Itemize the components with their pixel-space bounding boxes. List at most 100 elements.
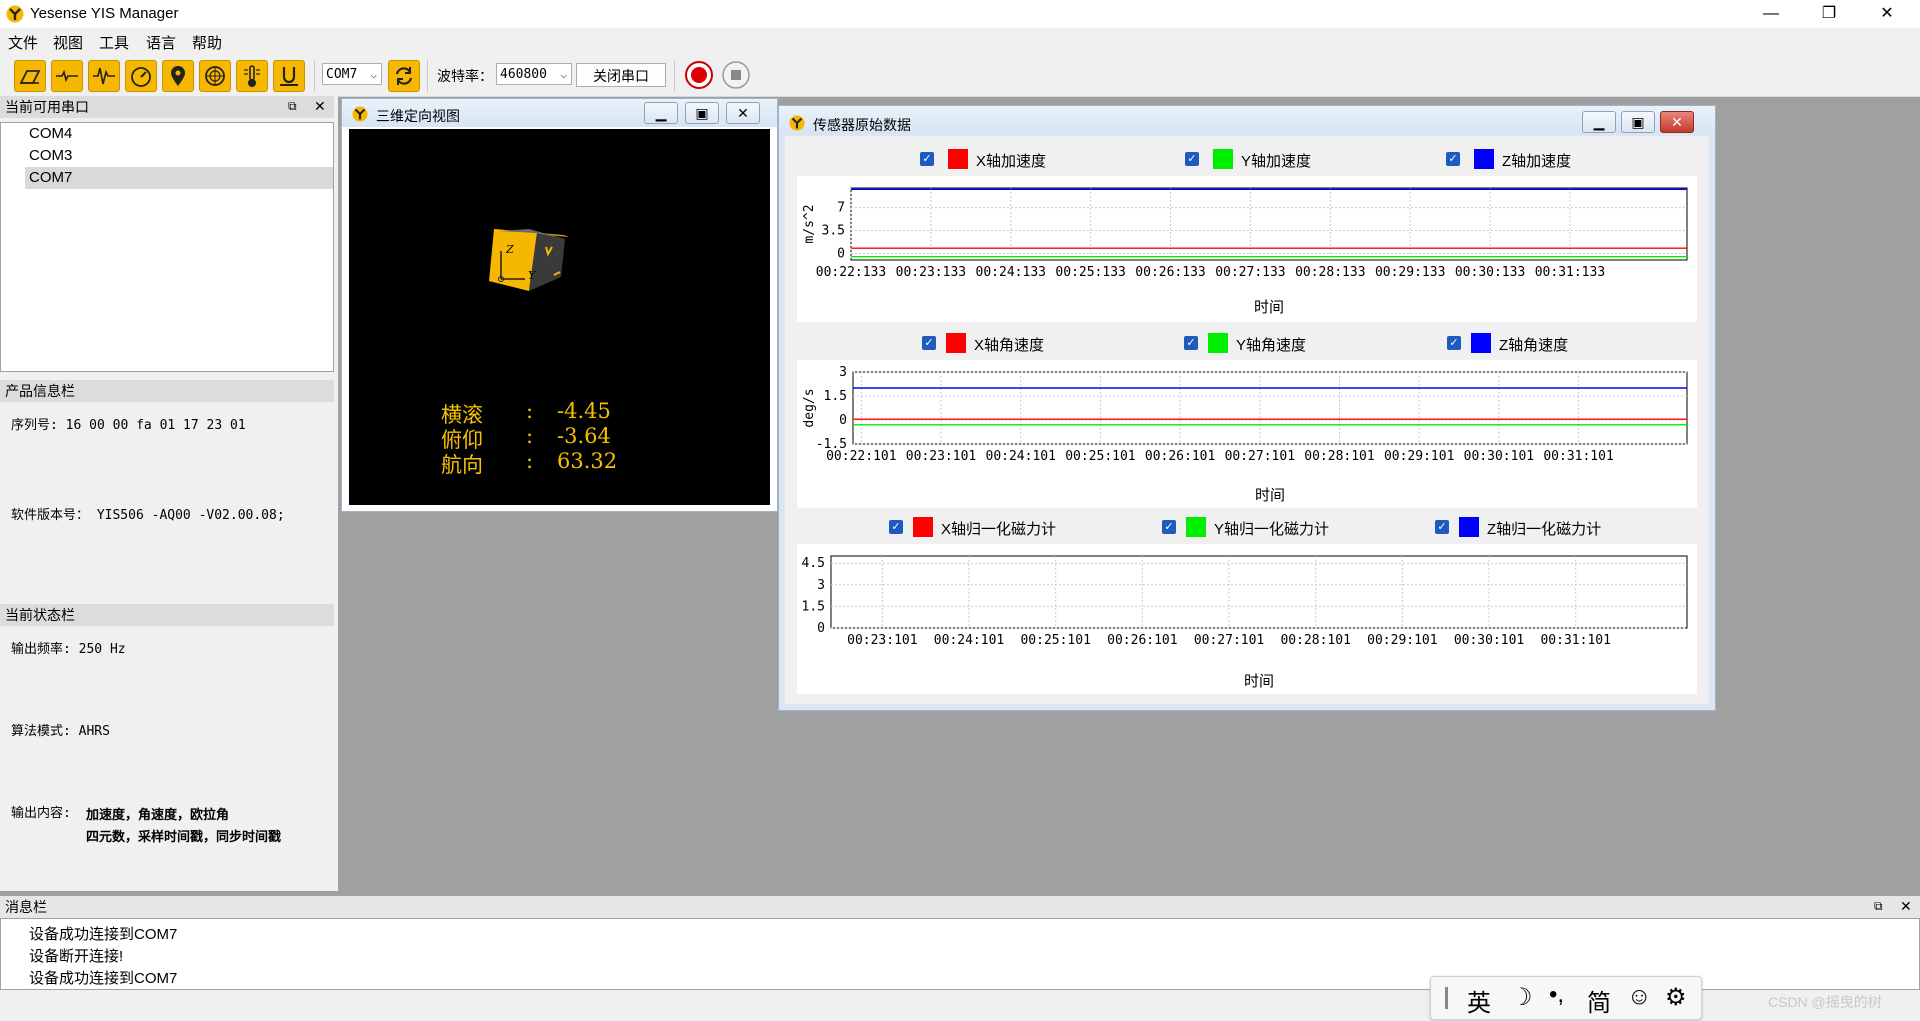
baud-select[interactable]: 460800 ⌵: [496, 63, 572, 85]
orientation-3d-title: 三维定向视图: [376, 108, 460, 124]
gyro-y-checkbox[interactable]: ✓: [1184, 336, 1198, 350]
maximize-icon[interactable]: ▣: [685, 102, 719, 124]
x-tick-label: 00:27:101: [1225, 449, 1295, 464]
y-tick-label: 3.5: [822, 224, 845, 239]
x-axis-label: 时间: [1254, 298, 1284, 316]
port-item-com4[interactable]: COM4: [29, 123, 72, 145]
yaw-label: 航向: [441, 453, 483, 477]
gear-icon[interactable]: ⚙: [1665, 983, 1687, 1012]
gyro-chart[interactable]: 00:22:101 00:23:101 00:24:101 00:25:101 00:2…: [797, 360, 1697, 508]
y-axis-label: deg/s: [802, 388, 817, 427]
minimize-icon[interactable]: ▁: [1582, 111, 1616, 133]
close-icon[interactable]: ✕: [726, 102, 760, 124]
accel-x-label: X轴加速度: [976, 153, 1047, 170]
accel-z-checkbox[interactable]: ✓: [1446, 152, 1460, 166]
plot-frame: [850, 187, 1688, 261]
menu-help[interactable]: 帮助: [192, 32, 222, 53]
toolbar: COM7 ⌵ 波特率： 460800 ⌵ 关闭串口: [0, 54, 1920, 97]
gyro-x-swatch: [946, 333, 966, 353]
close-dock-icon[interactable]: ✕: [314, 98, 326, 115]
y-tick-label: 3: [817, 578, 825, 593]
gps-icon[interactable]: [199, 60, 231, 92]
float-dock-icon[interactable]: ⧉: [1874, 899, 1883, 914]
stop-icon[interactable]: [721, 60, 751, 90]
close-icon[interactable]: ✕: [1864, 0, 1910, 28]
roll-colon: :: [526, 399, 534, 423]
menu-file[interactable]: 文件: [8, 32, 38, 53]
accel-z-label: Z轴加速度: [1502, 153, 1572, 170]
ime-language-toggle[interactable]: 英: [1467, 983, 1491, 1018]
x-tick-label: 00:27:133: [1215, 265, 1285, 280]
output-content-label: 输出内容:: [11, 806, 71, 821]
orientation-3d-canvas[interactable]: Z Y 横滚 : -4.45 俯仰 : -3.64 航向 : 63.32: [349, 129, 770, 505]
x-tick-label: 00:25:133: [1055, 265, 1125, 280]
mag-y-checkbox[interactable]: ✓: [1162, 520, 1176, 534]
location-pin-icon[interactable]: [162, 60, 194, 92]
pitch-colon: :: [526, 424, 534, 448]
waveform-flat-icon[interactable]: [51, 60, 83, 92]
y-tick-label: 1.5: [824, 389, 847, 404]
baud-select-value: 460800: [500, 67, 547, 82]
mag-z-checkbox[interactable]: ✓: [1435, 520, 1449, 534]
serial-number: 序列号: 16 00 00 fa 01 17 23 01: [11, 418, 246, 433]
x-tick-label: 00:23:133: [896, 265, 966, 280]
toolbar-separator: [674, 60, 675, 92]
sensor-title: 传感器原始数据: [813, 117, 911, 133]
port-item-com3[interactable]: COM3: [29, 145, 72, 167]
accel-y-checkbox[interactable]: ✓: [1185, 152, 1199, 166]
gyro-z-checkbox[interactable]: ✓: [1447, 336, 1461, 350]
close-port-button[interactable]: 关闭串口: [576, 63, 666, 87]
float-dock-icon[interactable]: ⧉: [288, 99, 297, 114]
refresh-ports-icon[interactable]: [388, 60, 420, 92]
close-icon[interactable]: ✕: [1660, 111, 1694, 133]
emoji-icon[interactable]: ☺: [1627, 983, 1652, 1011]
record-icon[interactable]: [684, 60, 714, 90]
output-content-line2: 四元数，采样时间戳，同步时间戳: [86, 829, 282, 844]
y-tick-label: 1.5: [802, 599, 825, 614]
minimize-icon[interactable]: —: [1748, 0, 1794, 28]
orientation-3d-window: 三维定向视图 ▁ ▣ ✕ Z Y 横滚 : -4.45 俯仰 : -3.64 航…: [341, 98, 778, 512]
mag-z-swatch: [1459, 517, 1479, 537]
waveform-icon[interactable]: [88, 60, 120, 92]
accel-x-checkbox[interactable]: ✓: [920, 152, 934, 166]
ime-simplified-toggle[interactable]: 简: [1587, 983, 1611, 1018]
maximize-icon[interactable]: ▣: [1621, 111, 1655, 133]
half-width-moon-icon[interactable]: ☽: [1511, 983, 1533, 1012]
message-dock-title: 消息栏: [5, 899, 47, 915]
y-axis-label: m/s^2: [802, 204, 817, 243]
watermark: CSDN @摇曳的树: [1768, 994, 1882, 1010]
minimize-icon[interactable]: ▁: [644, 102, 678, 124]
port-select[interactable]: COM7 ⌵: [322, 63, 382, 85]
mag-chart[interactable]: 00:23:101 00:24:101 00:25:101 00:26:101 00:2…: [797, 544, 1697, 694]
tilt-icon[interactable]: [14, 60, 46, 92]
accel-y-label: Y轴加速度: [1241, 153, 1312, 170]
port-item-com7[interactable]: COM7: [29, 167, 72, 189]
axis-y-label: Y: [528, 269, 536, 282]
ime-toolbar: 英 ☽ •, 简 ☺ ⚙: [1430, 976, 1702, 1020]
title-bar: Yesense YIS Manager — ❐ ✕: [0, 0, 1920, 28]
menu-language[interactable]: 语言: [146, 32, 176, 53]
speedometer-icon[interactable]: [125, 60, 157, 92]
x-tick-label: 00:30:101: [1454, 633, 1524, 648]
mag-y-swatch: [1186, 517, 1206, 537]
message-dock-header: 消息栏: [0, 896, 1920, 918]
mag-x-swatch: [913, 517, 933, 537]
ime-drag-handle[interactable]: [1445, 987, 1448, 1009]
menu-tools[interactable]: 工具: [99, 32, 129, 53]
x-tick-label: 00:24:101: [934, 633, 1004, 648]
punctuation-icon[interactable]: •,: [1549, 981, 1564, 1009]
thermometer-icon[interactable]: [236, 60, 268, 92]
product-dock-header: 产品信息栏: [0, 380, 334, 402]
x-tick-label: 00:30:133: [1455, 265, 1525, 280]
magnet-icon[interactable]: [273, 60, 305, 92]
accel-chart[interactable]: 00:22:133 00:23:133 00:24:133 00:25:133 00:2…: [797, 176, 1697, 322]
menu-view[interactable]: 视图: [53, 32, 83, 53]
x-axis-label: 时间: [1244, 672, 1274, 690]
restore-icon[interactable]: ❐: [1806, 0, 1852, 28]
app-title: Yesense YIS Manager: [30, 5, 179, 22]
sensor-raw-data-window: 传感器原始数据 ▁ ▣ ✕ ✓ X轴加速度 ✓ Y轴加速度 ✓ Z轴加速度 00…: [778, 105, 1716, 711]
close-dock-icon[interactable]: ✕: [1900, 898, 1912, 915]
roll-value: -4.45: [557, 399, 611, 423]
mag-x-checkbox[interactable]: ✓: [889, 520, 903, 534]
gyro-x-checkbox[interactable]: ✓: [922, 336, 936, 350]
